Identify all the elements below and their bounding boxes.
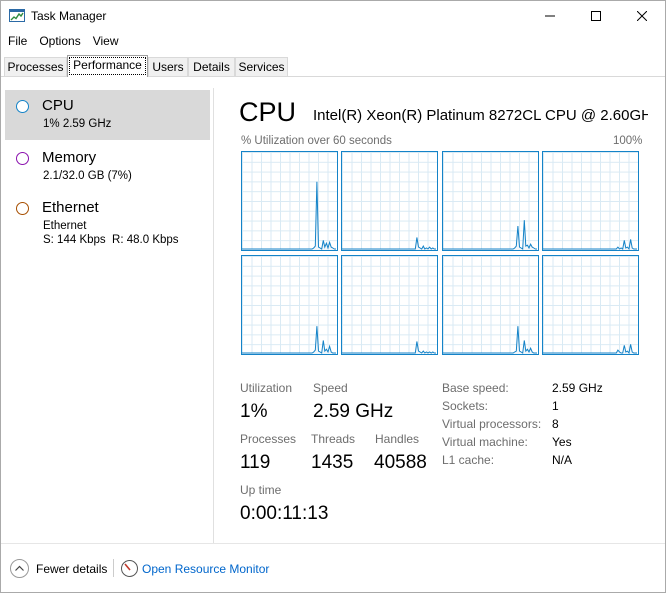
chevron-up-icon [15,565,24,571]
sidebar-item-throughput: S: 144 Kbps R: 48.0 Kbps [43,234,179,246]
sidebar-item-memory[interactable]: Memory 2.1/32.0 GB (7%) [5,142,210,192]
processes-label: Processes [240,432,297,446]
menu-bar: File Options View [1,32,124,52]
info-label-sockets: Sockets: [442,399,489,413]
task-manager-window: Task Manager File Options View Processes… [0,0,666,593]
sidebar-divider [213,88,214,543]
tab-bar: Processes Performance Users Details Serv… [1,55,665,77]
sidebar-item-detail: 2.1/32.0 GB (7%) [43,170,132,182]
sidebar-item-cpu[interactable]: CPU 1% 2.59 GHz [5,90,210,140]
tab-users[interactable]: Users [148,57,188,76]
uptime-value: 0:00:11:13 [240,503,329,524]
footer-separator [113,559,114,577]
core-graph-line [342,341,436,354]
core-graph-line [543,344,637,354]
sidebar-item-ethernet[interactable]: Ethernet Ethernet S: 144 Kbps R: 48.0 Kb… [5,192,210,252]
sidebar-item-detail: Ethernet [43,220,87,232]
cpu-indicator-icon [16,100,29,113]
core-graph-line [242,181,336,250]
core-graph-3 [542,151,639,251]
info-label-virtual-machine: Virtual machine: [442,435,528,449]
core-graph-7 [542,255,639,355]
core-graph-2 [442,151,539,251]
speed-label: Speed [313,381,348,395]
maximize-icon [591,11,601,21]
core-graph-line [443,326,537,354]
sidebar-item-title: CPU [42,97,74,114]
core-graph-plot [242,326,336,354]
open-resource-monitor-link[interactable]: Open Resource Monitor [142,562,269,576]
core-graph-5 [341,255,438,355]
close-icon [637,11,647,21]
task-manager-icon [9,9,25,22]
threads-value: 1435 [311,452,354,473]
core-graph-line [242,326,336,354]
core-graph-line [342,237,436,250]
core-graph-plot [543,344,637,354]
page-title: CPU [239,97,297,127]
threads-label: Threads [311,432,356,446]
utilization-value: 1% [240,401,268,422]
window-title: Task Manager [31,9,107,23]
core-graph-plot [443,326,537,354]
sidebar-item-detail: 1% 2.59 GHz [43,118,112,130]
info-value-l1-cache: N/A [552,453,573,467]
graph-max-label: 100% [613,135,643,147]
maximize-button[interactable] [573,1,619,31]
fewer-details-button[interactable] [10,559,29,578]
speed-value: 2.59 GHz [313,401,394,422]
core-graph-area [242,181,336,250]
resource-monitor-icon [121,560,138,577]
core-graph-line [443,220,537,250]
core-graph-plot [443,220,537,250]
info-label-virtual-processors: Virtual processors: [442,417,542,431]
sidebar-item-title: Memory [42,149,97,166]
core-graph-plot [543,239,637,250]
uptime-label: Up time [240,483,282,497]
menu-file[interactable]: File [1,32,27,52]
processes-value: 119 [240,452,271,473]
utilization-label: Utilization [240,381,293,395]
menu-options[interactable]: Options [32,32,80,52]
menu-view[interactable]: View [86,32,119,52]
cpu-model-name: Intel(R) Xeon(R) Platinum 8272CL CPU @ 2… [313,107,648,124]
core-graph-4 [241,255,338,355]
tab-processes[interactable]: Processes [4,57,67,76]
info-value-virtual-machine: Yes [552,435,572,449]
footer-divider [1,543,665,544]
info-value-base-speed: 2.59 GHz [552,381,603,395]
title-bar[interactable]: Task Manager [1,1,665,31]
sidebar-item-title: Ethernet [42,199,99,216]
minimize-icon [545,15,555,17]
core-graph-plot [242,181,336,250]
core-graph-line [543,239,637,250]
graph-caption: % Utilization over 60 seconds [241,135,392,147]
ethernet-indicator-icon [16,202,29,215]
core-graph-1 [341,151,438,251]
tab-services[interactable]: Services [235,57,288,76]
info-value-sockets: 1 [552,399,559,413]
tab-performance[interactable]: Performance [67,55,148,77]
core-graph-6 [442,255,539,355]
fewer-details-link[interactable]: Fewer details [36,562,107,576]
handles-label: Handles [375,432,420,446]
core-graph-plot [342,237,436,250]
handles-value: 40588 [374,452,427,473]
minimize-button[interactable] [527,1,573,31]
core-graph-0 [241,151,338,251]
memory-indicator-icon [16,152,29,165]
tab-details[interactable]: Details [188,57,235,76]
info-value-virtual-processors: 8 [552,417,559,431]
resource-sidebar: CPU 1% 2.59 GHz Memory 2.1/32.0 GB (7%) … [1,88,212,543]
close-button[interactable] [619,1,665,31]
core-graph-plot [342,341,436,354]
info-label-l1-cache: L1 cache: [442,453,495,467]
info-label-base-speed: Base speed: [442,381,509,395]
